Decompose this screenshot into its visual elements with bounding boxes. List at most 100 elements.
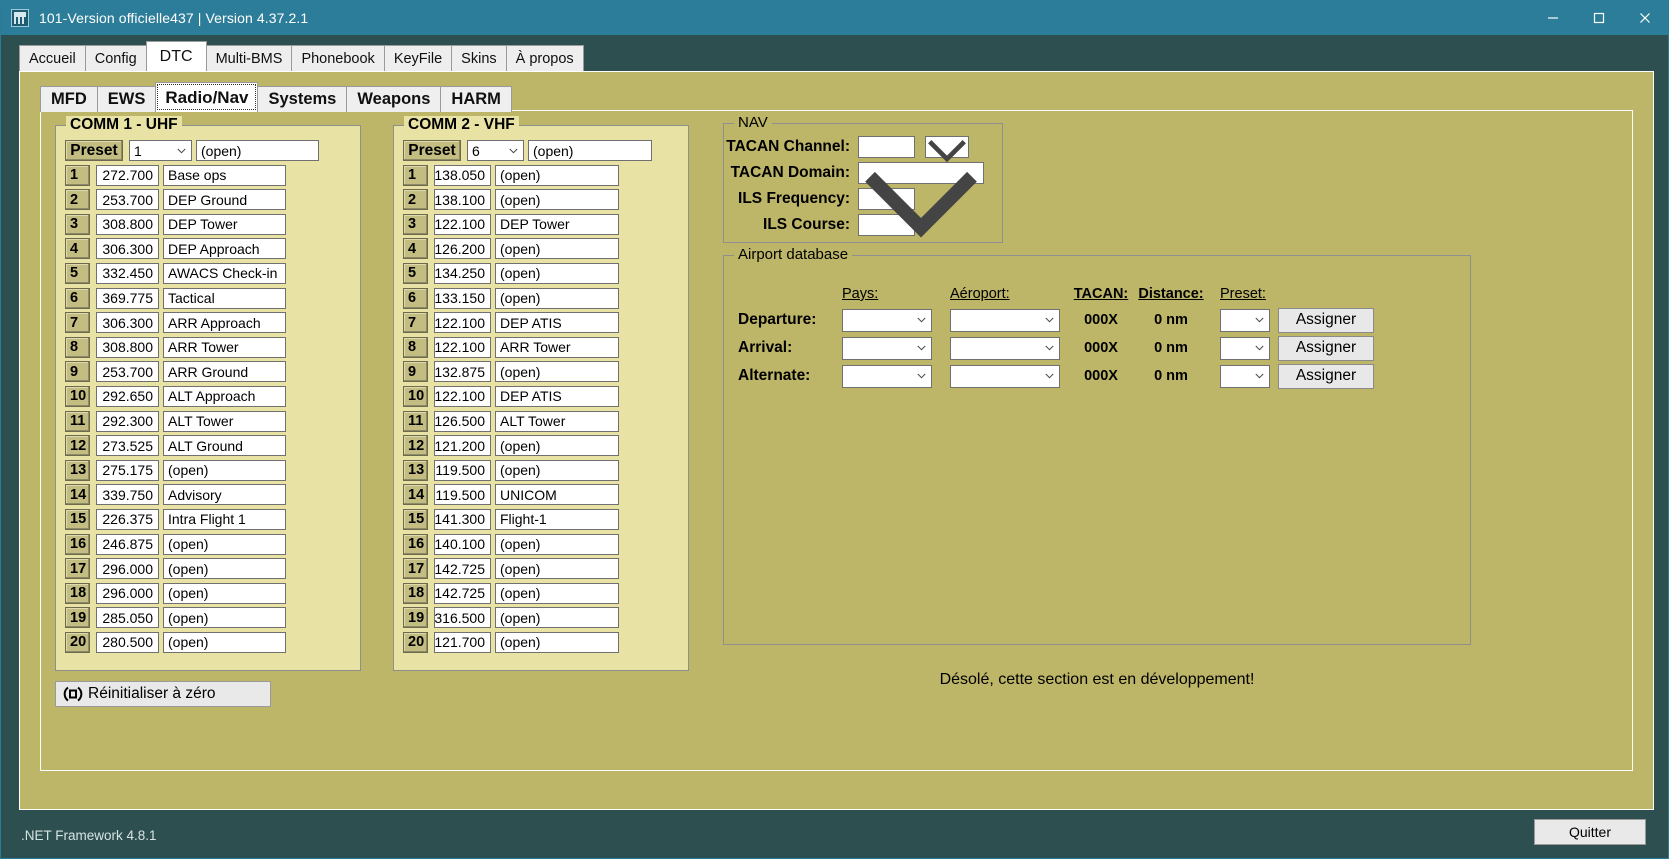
comm1-frequency-input[interactable]: 280.500 bbox=[96, 632, 159, 653]
assigner-button[interactable]: Assigner bbox=[1278, 308, 1374, 333]
tab-keyfile[interactable]: KeyFile bbox=[384, 45, 452, 71]
tab-systems[interactable]: Systems bbox=[257, 86, 347, 112]
comm1-frequency-input[interactable]: 272.700 bbox=[96, 165, 159, 186]
comm2-preset-name[interactable]: (open) bbox=[528, 140, 652, 161]
comm1-frequency-input[interactable]: 273.525 bbox=[96, 435, 159, 456]
tab-skins[interactable]: Skins bbox=[451, 45, 506, 71]
comm2-index-button[interactable]: 20 bbox=[403, 632, 428, 653]
comm1-name-input[interactable]: Intra Flight 1 bbox=[163, 509, 286, 530]
comm1-index-button[interactable]: 6 bbox=[65, 288, 90, 309]
comm2-index-button[interactable]: 3 bbox=[403, 214, 428, 235]
comm2-frequency-input[interactable]: 316.500 bbox=[434, 607, 491, 628]
comm2-name-input[interactable]: (open) bbox=[495, 607, 619, 628]
comm1-frequency-input[interactable]: 296.000 bbox=[96, 583, 159, 604]
quit-button[interactable]: Quitter bbox=[1534, 819, 1646, 845]
comm2-index-button[interactable]: 16 bbox=[403, 534, 428, 555]
comm1-frequency-input[interactable]: 292.650 bbox=[96, 386, 159, 407]
comm2-index-button[interactable]: 1 bbox=[403, 165, 428, 186]
comm2-index-button[interactable]: 8 bbox=[403, 337, 428, 358]
comm2-index-button[interactable]: 6 bbox=[403, 288, 428, 309]
comm1-frequency-input[interactable]: 369.775 bbox=[96, 288, 159, 309]
comm2-name-input[interactable]: ARR Tower bbox=[495, 337, 619, 358]
comm2-frequency-input[interactable]: 138.050 bbox=[434, 165, 491, 186]
comm1-index-button[interactable]: 9 bbox=[65, 361, 90, 382]
comm2-frequency-input[interactable]: 126.200 bbox=[434, 238, 491, 259]
comm1-name-input[interactable]: ALT Approach bbox=[163, 386, 286, 407]
assigner-button[interactable]: Assigner bbox=[1278, 364, 1374, 389]
comm1-index-button[interactable]: 8 bbox=[65, 337, 90, 358]
comm2-name-input[interactable]: (open) bbox=[495, 189, 619, 210]
comm2-frequency-input[interactable]: 138.100 bbox=[434, 189, 491, 210]
comm2-index-button[interactable]: 14 bbox=[403, 484, 428, 505]
tab-a-propos[interactable]: À propos bbox=[506, 45, 584, 71]
comm1-name-input[interactable]: (open) bbox=[163, 460, 286, 481]
pays-select[interactable] bbox=[842, 309, 932, 332]
comm1-frequency-input[interactable]: 306.300 bbox=[96, 312, 159, 333]
comm2-index-button[interactable]: 10 bbox=[403, 386, 428, 407]
comm1-preset-button[interactable]: Preset bbox=[65, 140, 123, 161]
comm2-frequency-input[interactable]: 134.250 bbox=[434, 263, 491, 284]
tab-ews[interactable]: EWS bbox=[97, 86, 157, 112]
comm1-name-input[interactable]: (open) bbox=[163, 632, 286, 653]
tab-weapons[interactable]: Weapons bbox=[346, 86, 441, 112]
comm1-frequency-input[interactable]: 275.175 bbox=[96, 460, 159, 481]
comm1-index-button[interactable]: 18 bbox=[65, 583, 90, 604]
comm1-index-button[interactable]: 2 bbox=[65, 189, 90, 210]
tacan-band-select[interactable] bbox=[925, 136, 969, 158]
preset-select[interactable] bbox=[1220, 365, 1270, 388]
comm2-frequency-input[interactable]: 122.100 bbox=[434, 337, 491, 358]
comm2-frequency-input[interactable]: 122.100 bbox=[434, 386, 491, 407]
comm2-frequency-input[interactable]: 141.300 bbox=[434, 509, 491, 530]
preset-select[interactable] bbox=[1220, 309, 1270, 332]
assigner-button[interactable]: Assigner bbox=[1278, 336, 1374, 361]
pays-select[interactable] bbox=[842, 337, 932, 360]
comm2-index-button[interactable]: 9 bbox=[403, 361, 428, 382]
comm1-index-button[interactable]: 11 bbox=[65, 411, 90, 432]
comm2-name-input[interactable]: (open) bbox=[495, 165, 619, 186]
comm2-preset-select[interactable]: 6 bbox=[467, 140, 524, 161]
comm2-frequency-input[interactable]: 142.725 bbox=[434, 558, 491, 579]
comm2-frequency-input[interactable]: 140.100 bbox=[434, 534, 491, 555]
tacan-domain-select[interactable] bbox=[858, 162, 984, 184]
tab-mfd[interactable]: MFD bbox=[40, 86, 98, 112]
comm2-name-input[interactable]: DEP Tower bbox=[495, 214, 619, 235]
comm1-frequency-input[interactable]: 339.750 bbox=[96, 484, 159, 505]
comm1-frequency-input[interactable]: 253.700 bbox=[96, 189, 159, 210]
comm1-name-input[interactable]: (open) bbox=[163, 558, 286, 579]
comm2-frequency-input[interactable]: 142.725 bbox=[434, 583, 491, 604]
comm2-name-input[interactable]: DEP ATIS bbox=[495, 386, 619, 407]
comm1-index-button[interactable]: 7 bbox=[65, 312, 90, 333]
comm1-frequency-input[interactable]: 226.375 bbox=[96, 509, 159, 530]
comm2-index-button[interactable]: 13 bbox=[403, 460, 428, 481]
comm2-frequency-input[interactable]: 122.100 bbox=[434, 214, 491, 235]
tab-phonebook[interactable]: Phonebook bbox=[291, 45, 384, 71]
comm2-frequency-input[interactable]: 121.700 bbox=[434, 632, 491, 653]
tab-multi-bms[interactable]: Multi-BMS bbox=[206, 45, 293, 71]
comm1-name-input[interactable]: Advisory bbox=[163, 484, 286, 505]
comm2-name-input[interactable]: (open) bbox=[495, 632, 619, 653]
comm1-frequency-input[interactable]: 253.700 bbox=[96, 361, 159, 382]
aeroport-select[interactable] bbox=[950, 309, 1060, 332]
comm2-frequency-input[interactable]: 126.500 bbox=[434, 411, 491, 432]
comm1-index-button[interactable]: 13 bbox=[65, 460, 90, 481]
tab-dtc[interactable]: DTC bbox=[146, 41, 207, 71]
comm1-name-input[interactable]: Base ops bbox=[163, 165, 286, 186]
pays-select[interactable] bbox=[842, 365, 932, 388]
comm1-index-button[interactable]: 20 bbox=[65, 632, 90, 653]
comm2-name-input[interactable]: DEP ATIS bbox=[495, 312, 619, 333]
maximize-icon[interactable] bbox=[1576, 1, 1622, 35]
comm2-index-button[interactable]: 4 bbox=[403, 238, 428, 259]
comm1-index-button[interactable]: 14 bbox=[65, 484, 90, 505]
comm2-index-button[interactable]: 18 bbox=[403, 583, 428, 604]
tab-harm[interactable]: HARM bbox=[440, 86, 512, 112]
comm1-index-button[interactable]: 16 bbox=[65, 534, 90, 555]
comm2-name-input[interactable]: (open) bbox=[495, 263, 619, 284]
comm1-index-button[interactable]: 4 bbox=[65, 238, 90, 259]
comm1-name-input[interactable]: ALT Ground bbox=[163, 435, 286, 456]
comm2-name-input[interactable]: (open) bbox=[495, 534, 619, 555]
aeroport-select[interactable] bbox=[950, 365, 1060, 388]
comm2-name-input[interactable]: (open) bbox=[495, 361, 619, 382]
comm2-frequency-input[interactable]: 122.100 bbox=[434, 312, 491, 333]
comm1-name-input[interactable]: ARR Approach bbox=[163, 312, 286, 333]
comm1-name-input[interactable]: (open) bbox=[163, 583, 286, 604]
